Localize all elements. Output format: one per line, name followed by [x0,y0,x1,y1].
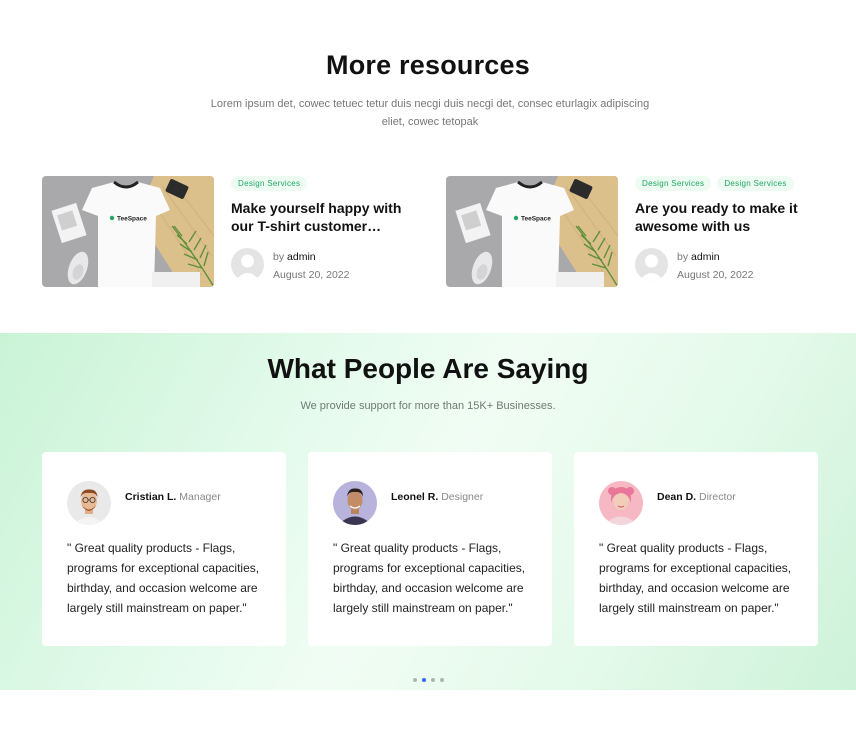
carousel-dot[interactable] [440,678,444,682]
author-line: by admin [677,251,720,263]
reviewer-name: Leonel R. [391,491,439,503]
default-avatar-icon [231,248,264,281]
blog-post-card[interactable]: TeeSpace Design Services Design Services… [446,176,836,288]
by-label: by [677,251,689,263]
section-subtitle: We provide support for more than 15K+ Bu… [300,400,556,412]
reviewer-role: Designer [441,491,484,503]
testimonial-card: Dean D. Director " Great quality product… [574,452,818,646]
post-title[interactable]: Make yourself happy with our T-shirt cus… [231,199,421,235]
blog-post-card[interactable]: TeeSpace Design Services Make yourself h… [42,176,432,288]
post-title[interactable]: Are you ready to make it awesome with us [635,199,825,235]
section-title: More resources [326,50,530,80]
category-tag[interactable]: Design Services [231,176,308,191]
post-date: August 20, 2022 [273,269,350,281]
tag-list: Design Services [231,176,308,191]
avatar [599,481,643,525]
post-thumbnail[interactable]: TeeSpace [42,176,214,287]
category-tag[interactable]: Design Services [717,176,794,191]
author-line: by admin [273,251,316,263]
post-author-meta: by admin August 20, 2022 [635,248,835,282]
image-brand-text: TeeSpace [521,216,551,223]
testimonial-quote: " Great quality products - Flags, progra… [599,541,792,615]
tshirt-mockup-image: TeeSpace [42,176,214,287]
by-label: by [273,251,285,263]
reviewer-info: Dean D. Director [657,491,736,503]
testimonial-card: Cristian L. Manager " Great quality prod… [42,452,286,646]
section-subtitle: Lorem ipsum det, cowec tetuec tetur duis… [210,98,650,128]
carousel-pagination [413,678,444,682]
reviewer-role: Director [699,491,736,503]
image-brand-text: TeeSpace [117,216,147,223]
section-title: What People Are Saying [267,353,589,384]
carousel-dot-active[interactable] [422,678,426,682]
post-author-meta: by admin August 20, 2022 [231,248,431,282]
tshirt-mockup-image: TeeSpace [446,176,618,287]
reviewer-role: Manager [179,491,221,503]
tag-list: Design Services Design Services [635,176,794,191]
reviewer-info: Cristian L. Manager [125,491,221,503]
author-name[interactable]: admin [691,251,720,263]
testimonial-quote: " Great quality products - Flags, progra… [67,541,260,615]
reviewer-info: Leonel R. Designer [391,491,483,503]
post-date: August 20, 2022 [677,269,754,281]
category-tag[interactable]: Design Services [635,176,712,191]
carousel-dot[interactable] [431,678,435,682]
default-avatar-icon [635,248,668,281]
testimonials-section: What People Are Saying We provide suppor… [0,333,856,690]
carousel-dot[interactable] [413,678,417,682]
more-resources-section: More resources Lorem ipsum det, cowec te… [0,0,856,333]
reviewer-name: Cristian L. [125,491,177,503]
avatar [67,481,111,525]
testimonial-quote: " Great quality products - Flags, progra… [333,541,526,615]
author-name[interactable]: admin [287,251,316,263]
post-thumbnail[interactable]: TeeSpace [446,176,618,287]
reviewer-name: Dean D. [657,491,697,503]
testimonial-card: Leonel R. Designer " Great quality produ… [308,452,552,646]
avatar [333,481,377,525]
